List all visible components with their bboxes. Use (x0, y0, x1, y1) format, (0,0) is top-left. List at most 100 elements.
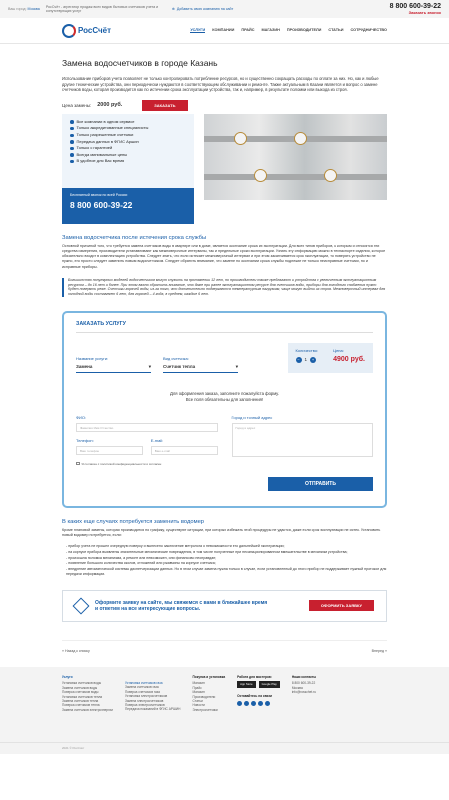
back-link[interactable]: « Назад к списку (62, 649, 90, 653)
footer: Услуги Установка счетчиков воды Замена с… (0, 666, 449, 742)
app-store-button[interactable]: App Store (237, 681, 256, 688)
feature-item: В удобное для Вас время (70, 158, 186, 165)
meter-label: Вид счетчика: (163, 355, 189, 361)
free-call-box: Бесплатный звонок по всей России 8 800 6… (62, 187, 194, 224)
odnoklassniki-icon[interactable] (258, 701, 264, 707)
footer-link[interactable]: Замена счетчиков электроэнергии (62, 708, 113, 712)
checkbox[interactable] (76, 461, 80, 466)
check-icon (70, 133, 74, 138)
feature-item: Всегда минимальные цены (70, 152, 186, 159)
feature-item: Передача данных в ФГИС Аршин (70, 139, 186, 146)
quantity-stepper[interactable]: −1 + (295, 356, 319, 363)
form-notice: Для оформления заказа, заполните пожалуй… (170, 390, 279, 402)
check-icon (70, 140, 74, 144)
header-contacts: 8 800 600-39-22 Заказать звонок (390, 3, 441, 15)
content: Замена водосчетчиков в городе Казань Исп… (0, 58, 449, 653)
twitter-icon[interactable] (251, 701, 257, 707)
list-item: - внедрение автоматической системы диспе… (66, 566, 387, 577)
order-form: ЗАКАЗАТЬ УСЛУГУ Название услуги: Замена ▾… (62, 310, 387, 508)
order-price: 4900 руб. (333, 355, 365, 363)
city-value[interactable]: Москва (28, 7, 40, 11)
logo-icon (62, 23, 76, 38)
submit-button[interactable]: ОТПРАВИТЬ (268, 476, 373, 491)
agree-checkbox[interactable]: Я согласен с политикой конфиденциальност… (76, 462, 218, 466)
footer-title: Покупка и установка (192, 674, 226, 679)
add-company-link[interactable]: ⊕ Добавить свою компанию на сайт (172, 7, 233, 11)
main-nav: УСЛУГИ КОМПАНИИ ПРАЙС МАГАЗИН ПРОИЗВОДИТ… (190, 28, 387, 33)
nav-item-manufacturers[interactable]: ПРОИЗВОДИТЕЛИ (287, 28, 322, 33)
copyright: 2021 © РосСчёт (62, 746, 85, 751)
footer-col-services-2: Установка счетчиков газа Замена счетчико… (125, 675, 181, 742)
features-panel: Все компании в одном сервисе Только аккр… (62, 113, 194, 224)
next-link[interactable]: Вперед » (372, 649, 387, 653)
logo[interactable]: РосСчёт (62, 23, 112, 38)
footer-col-shop: Покупка и установка Магазин Прайс Магази… (192, 675, 225, 742)
cta-button[interactable]: ОФОРМИТЬ ЗАЯВКУ (308, 600, 374, 612)
nav-item-price[interactable]: ПРАЙС (241, 28, 254, 33)
fio-input[interactable]: Фамилия Имя Отчество (76, 422, 218, 432)
quote-block: Большинство популярных моделей водосчетч… (62, 277, 387, 297)
free-call-label: Бесплатный звонок по всей России (70, 192, 128, 197)
vk-icon[interactable] (237, 701, 243, 707)
site-description: РосСчёт - агрегатор продаж всех видов бы… (45, 4, 159, 14)
feature-item: Все компании в одном сервисе (70, 119, 186, 126)
store-badges: App Store Google Play (237, 681, 280, 688)
footer-email[interactable]: info@rosschet.ru (292, 690, 316, 694)
chevron-down-icon: ▾ (235, 363, 238, 369)
plus-button[interactable]: + (310, 356, 317, 363)
contact-fields: ФИО: Фамилия Имя Отчество Телефон: Ваш т… (76, 415, 373, 466)
google-play-button[interactable]: Google Play (258, 681, 280, 688)
free-call-phone[interactable]: 8 800 600-39-22 (70, 200, 186, 210)
cta-text: Оформите заявку на сайте, мы свяжемся с … (95, 599, 268, 612)
page-title: Замена водосчетчиков в городе Казань (62, 58, 218, 68)
features-block: Все компании в одном сервисе Только аккр… (62, 113, 387, 224)
section-text: Основной причиной того, что требуется за… (62, 243, 386, 269)
check-icon (70, 153, 74, 157)
section-title: Замена водосчетчика после истечения срок… (62, 234, 207, 241)
top-bar: Ваш город: Москва РосСчёт - агрегатор пр… (0, 0, 449, 18)
phone-input[interactable]: Ваш телефон (76, 445, 143, 455)
order-form-title: ЗАКАЗАТЬ УСЛУГУ (76, 321, 373, 333)
email-input[interactable]: Ваш e-mail (150, 445, 218, 455)
meter-select[interactable]: Счетчик тепла ▾ (163, 364, 238, 373)
price-value: 2000 руб. (97, 102, 123, 109)
plus-icon: ⊕ (171, 7, 175, 11)
footer-title: Работа для мастеров: (237, 674, 272, 679)
address-textarea[interactable]: Город и адрес (231, 422, 373, 457)
city-label: Ваш город: (8, 7, 27, 11)
footer-link[interactable]: Электросчетчики (192, 708, 225, 712)
service-select[interactable]: Замена ▾ (76, 364, 151, 373)
nav-item-shop[interactable]: МАГАЗИН (261, 28, 279, 33)
footer-col-contacts: Наши контакты 8 800 600-39-22 Москва inf… (292, 675, 316, 742)
section2-text: Кроме плановой замены, которая производи… (62, 527, 381, 538)
social-links (237, 701, 280, 707)
order-price-label: Цена: (333, 347, 344, 353)
phone-label: Телефон: (76, 437, 94, 443)
check-icon (70, 120, 74, 124)
minus-button[interactable]: − (295, 356, 302, 363)
fio-label: ФИО: (76, 414, 87, 420)
footer-link[interactable]: Передача показаний в ФГИС АРШИН (125, 707, 181, 711)
nav-item-cooperation[interactable]: СОТРУДНИЧЕСТВО (350, 28, 387, 33)
nav-item-articles[interactable]: СТАТЬИ (328, 28, 343, 33)
check-icon (70, 159, 74, 164)
qty-label: Количество: (295, 347, 319, 353)
price-label: Цена замены: (62, 102, 92, 108)
city-selector[interactable]: Ваш город: Москва (8, 7, 40, 11)
service-label: Название услуги: (76, 355, 109, 361)
logo-text: РосСчёт (78, 26, 112, 35)
order-button[interactable]: ЗАКАЗАТЬ (142, 99, 188, 111)
footer-title: Услуги (62, 674, 73, 679)
header-phone[interactable]: 8 800 600-39-22 (390, 3, 441, 10)
feature-item: Только аккредитованные специалисты (70, 125, 186, 132)
reasons-list: - прибор учета не прошел очередную повер… (62, 544, 387, 578)
footer-col-apps: Работа для мастеров: App Store Google Pl… (237, 675, 280, 742)
youtube-icon[interactable] (265, 701, 271, 707)
callback-link[interactable]: Заказать звонок (390, 10, 441, 15)
qty-price-box: Количество: −1 + Цена: 4900 руб. (287, 342, 373, 373)
nav-item-companies[interactable]: КОМПАНИИ (212, 28, 234, 33)
facebook-icon[interactable] (244, 701, 250, 707)
footer-title: Наши контакты (291, 674, 317, 679)
nav-item-services[interactable]: УСЛУГИ (190, 28, 206, 33)
section2-title: В каких еще случаях потребуется заменить… (62, 518, 205, 525)
